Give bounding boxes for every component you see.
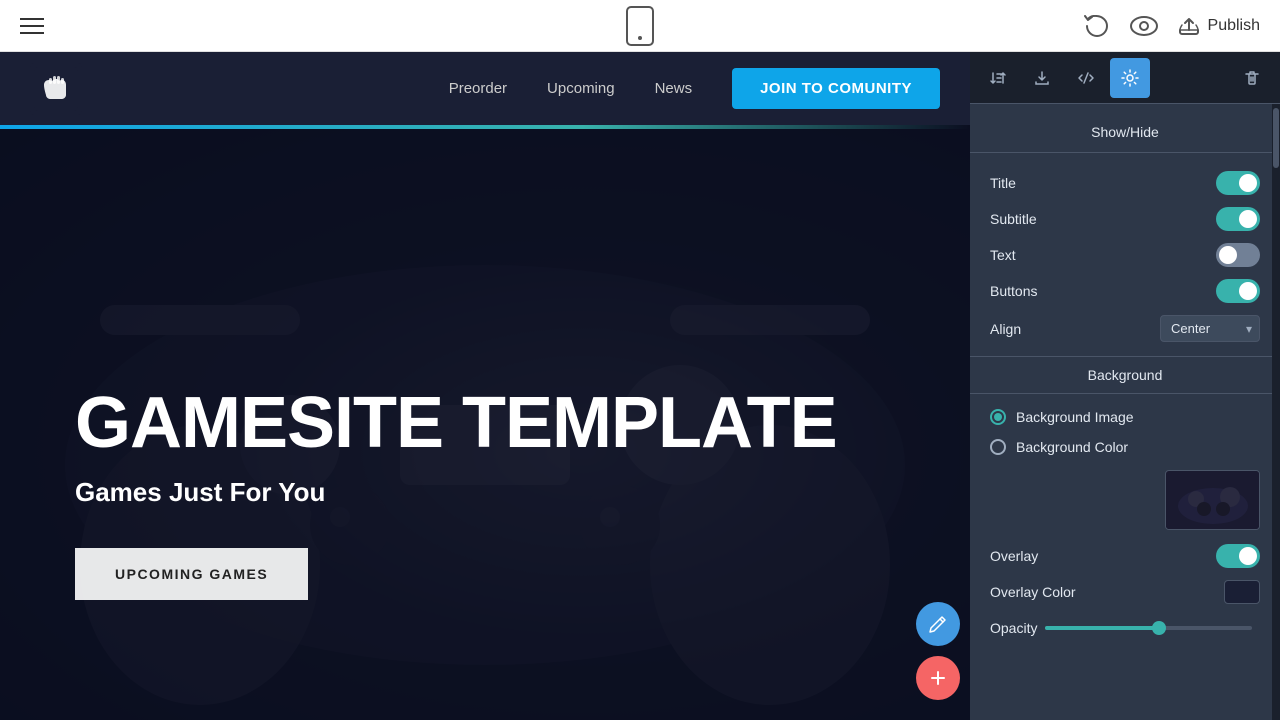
nav-preorder[interactable]: Preorder [449, 80, 507, 97]
nav-upcoming[interactable]: Upcoming [547, 80, 615, 97]
sort-tool-button[interactable] [978, 58, 1018, 98]
join-cta-button[interactable]: JOIN TO COMUNITY [732, 68, 940, 109]
panel-scrollbar-thumb [1273, 108, 1279, 168]
hamburger-menu-icon[interactable] [20, 18, 44, 34]
bg-color-label: Background Color [1016, 439, 1128, 455]
site-nav-links: Preorder Upcoming News JOIN TO COMUNITY [449, 68, 940, 109]
bg-color-row: Background Color [970, 432, 1280, 462]
background-section-header: Background [970, 356, 1280, 394]
text-toggle[interactable] [1216, 243, 1260, 267]
subtitle-toggle-row: Subtitle [970, 201, 1280, 237]
toolbar-right: Publish [1084, 15, 1260, 37]
subtitle-toggle-label: Subtitle [990, 211, 1037, 227]
panel-scrollbar[interactable] [1272, 104, 1280, 720]
mobile-preview-icon[interactable] [626, 6, 654, 46]
opacity-label: Opacity [990, 620, 1037, 636]
toolbar-center [626, 6, 654, 46]
bg-image-radio[interactable] [990, 409, 1006, 425]
site-logo [30, 63, 82, 115]
align-label: Align [990, 321, 1021, 337]
fab-container [916, 602, 960, 700]
main-area: Preorder Upcoming News JOIN TO COMUNITY [0, 52, 1280, 720]
opacity-row: Opacity [970, 610, 1280, 646]
edit-fab-button[interactable] [916, 602, 960, 646]
site-navbar: Preorder Upcoming News JOIN TO COMUNITY [0, 52, 970, 125]
code-tool-button[interactable] [1066, 58, 1106, 98]
title-toggle-row: Title [970, 165, 1280, 201]
nav-accent-border [0, 125, 970, 129]
overlay-color-row: Overlay Color [970, 574, 1280, 610]
title-toggle[interactable] [1216, 171, 1260, 195]
thumbnail-row [970, 462, 1280, 538]
panel-toolbar [970, 52, 1280, 104]
bg-thumbnail[interactable] [1165, 470, 1260, 530]
overlay-toggle-label: Overlay [990, 548, 1038, 564]
show-hide-section-header: Show/Hide [970, 116, 1280, 153]
bg-thumbnail-image [1166, 471, 1259, 529]
text-toggle-row: Text [970, 237, 1280, 273]
hero-cta-button[interactable]: UPCOMING GAMES [75, 548, 308, 600]
bg-image-row: Background Image [970, 402, 1280, 432]
hero-title: GAMESITE TEMPLATE [75, 387, 837, 459]
overlay-toggle-row: Overlay [970, 538, 1280, 574]
preview-area: Preorder Upcoming News JOIN TO COMUNITY [0, 52, 970, 720]
hero-section: GAMESITE TEMPLATE Games Just For You UPC… [0, 125, 970, 720]
download-tool-button[interactable] [1022, 58, 1062, 98]
delete-tool-button[interactable] [1232, 58, 1272, 98]
nav-news[interactable]: News [655, 80, 693, 97]
top-toolbar: Publish [0, 0, 1280, 52]
overlay-color-label: Overlay Color [990, 584, 1076, 600]
hero-content: GAMESITE TEMPLATE Games Just For You UPC… [75, 387, 837, 600]
toolbar-left [20, 18, 44, 34]
align-row: Align Center Left Right [970, 309, 1280, 348]
opacity-slider-thumb[interactable] [1152, 621, 1166, 635]
right-panel: Show/Hide Title Subtitle Text Buttons [970, 52, 1280, 720]
overlay-toggle[interactable] [1216, 544, 1260, 568]
buttons-toggle-label: Buttons [990, 283, 1037, 299]
preview-button[interactable] [1130, 16, 1158, 36]
opacity-slider-fill [1045, 626, 1159, 630]
settings-tool-button[interactable] [1110, 58, 1150, 98]
overlay-color-swatch[interactable] [1224, 580, 1260, 604]
add-fab-button[interactable] [916, 656, 960, 700]
publish-label: Publish [1208, 17, 1260, 35]
opacity-slider[interactable] [1045, 626, 1252, 630]
bg-image-label: Background Image [1016, 409, 1134, 425]
publish-button[interactable]: Publish [1178, 17, 1260, 35]
buttons-toggle[interactable] [1216, 279, 1260, 303]
buttons-toggle-row: Buttons [970, 273, 1280, 309]
panel-content: Show/Hide Title Subtitle Text Buttons [970, 104, 1280, 720]
align-select-wrapper: Center Left Right [1160, 315, 1260, 342]
logo-image [30, 63, 82, 115]
bg-color-radio[interactable] [990, 439, 1006, 455]
align-select[interactable]: Center Left Right [1160, 315, 1260, 342]
undo-button[interactable] [1084, 15, 1110, 37]
title-toggle-label: Title [990, 175, 1016, 191]
text-toggle-label: Text [990, 247, 1016, 263]
hero-subtitle: Games Just For You [75, 477, 837, 508]
subtitle-toggle[interactable] [1216, 207, 1260, 231]
